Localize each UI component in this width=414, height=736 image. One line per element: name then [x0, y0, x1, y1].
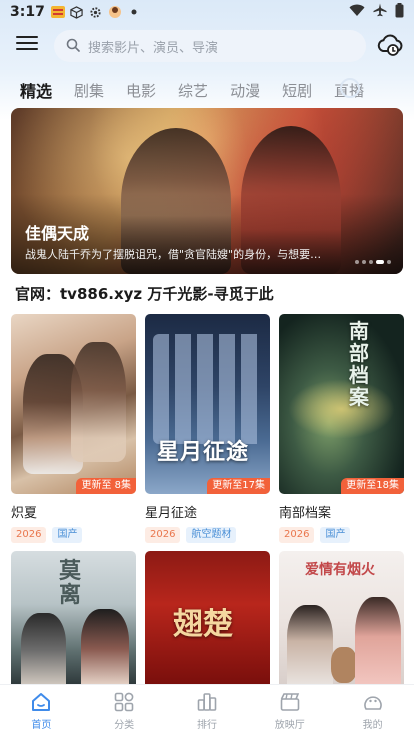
update-badge: 更新至 8集 [76, 478, 136, 494]
video-card[interactable]: 莫离 [11, 551, 136, 684]
poster-title-text: 莫离 [59, 558, 82, 608]
year-tag: 2026 [145, 527, 181, 543]
nav-label: 排行 [196, 719, 217, 731]
wifi-icon [349, 4, 365, 21]
nav-label: 首页 [31, 719, 52, 731]
status-bar: 3:17 [0, 0, 414, 24]
poster-title-text: 爱情有烟火 [305, 562, 375, 578]
category-tag: 航空题材 [186, 527, 237, 543]
app-notification-icon [50, 5, 65, 19]
settings-gear-icon [89, 5, 103, 19]
video-title: 南部档案 [279, 506, 332, 521]
tab-series[interactable]: 剧集 [74, 80, 104, 101]
cube-icon [70, 5, 84, 19]
search-input[interactable]: 搜索影片、演员、导演 [54, 30, 366, 62]
banner-description: 战鬼人陆千乔为了摆脱诅咒，借"贪官陆嫂"的身份，与想要… [25, 248, 322, 261]
nav-category[interactable]: 分类 [83, 685, 166, 736]
tab-movies[interactable]: 电影 [126, 80, 156, 101]
app-header: 搜索影片、演员、导演 [0, 28, 414, 64]
year-tag: 2026 [11, 527, 47, 543]
video-poster: 莫离 [11, 551, 136, 684]
poster-title-text: 南部档案 [349, 319, 369, 409]
video-card[interactable]: 星月征途 更新至17集 星月征途 2026 航空题材 [145, 314, 270, 543]
video-poster: 翅楚 [145, 551, 270, 684]
tab-scroll-indicator [340, 78, 360, 98]
section-title: 官网：tv886.xyz 万千光影-寻觅于此 [15, 285, 274, 303]
user-icon [362, 691, 384, 713]
nav-ranking[interactable]: 排行 [166, 685, 249, 736]
video-poster: 南部档案 更新至18集 [279, 314, 404, 494]
banner-title: 佳偶天成 [25, 224, 90, 243]
update-badge: 更新至17集 [207, 478, 270, 494]
poster-title-text: 翅楚 [173, 607, 233, 642]
cloud-cast-button[interactable] [376, 33, 404, 59]
nav-label: 分类 [114, 719, 135, 731]
video-title: 星月征途 [145, 506, 198, 521]
clapper-icon [279, 691, 301, 713]
search-icon [66, 37, 80, 56]
search-placeholder: 搜索影片、演员、导演 [88, 40, 219, 56]
nav-profile[interactable]: 我的 [331, 685, 414, 736]
nav-home[interactable]: 首页 [0, 685, 83, 736]
category-tag: 国产 [320, 527, 351, 543]
tab-anime[interactable]: 动漫 [230, 80, 260, 101]
bottom-navigation: 首页 分类 排行 放映厅 我的 [0, 684, 414, 736]
video-card[interactable]: 爱情有烟火 [279, 551, 404, 684]
year-tag: 2026 [279, 527, 315, 543]
carousel-indicator [355, 260, 391, 264]
avatar-notification-icon [108, 5, 122, 19]
video-title: 炽夏 [11, 506, 38, 521]
video-poster: 更新至 8集 [11, 314, 136, 494]
tab-variety[interactable]: 综艺 [178, 80, 208, 101]
tab-featured[interactable]: 精选 [20, 78, 52, 102]
video-card[interactable]: 南部档案 更新至18集 南部档案 2026 国产 [279, 314, 404, 543]
nav-label: 我的 [362, 719, 383, 731]
category-tag: 国产 [52, 527, 83, 543]
airplane-mode-icon [373, 3, 387, 21]
video-poster: 星月征途 更新至17集 [145, 314, 270, 494]
video-card[interactable]: 翅楚 [145, 551, 270, 684]
nav-theater[interactable]: 放映厅 [248, 685, 331, 736]
update-badge: 更新至18集 [341, 478, 404, 494]
video-card[interactable]: 更新至 8集 炽夏 2026 国产 [11, 314, 136, 543]
battery-icon [395, 2, 404, 22]
dot-icon [127, 5, 141, 19]
menu-button[interactable] [16, 36, 38, 56]
poster-title-text: 星月征途 [157, 439, 250, 465]
category-tabs: 精选 剧集 电影 综艺 动漫 短剧 直播 [20, 78, 386, 102]
nav-label: 放映厅 [274, 719, 305, 731]
grid-icon [113, 691, 135, 713]
featured-banner[interactable]: 佳偶天成 战鬼人陆千乔为了摆脱诅咒，借"贪官陆嫂"的身份，与想要… [11, 108, 403, 274]
status-time: 3:17 [10, 4, 45, 20]
rank-icon [196, 691, 218, 713]
video-poster: 爱情有烟火 [279, 551, 404, 684]
tab-short-drama[interactable]: 短剧 [282, 80, 312, 101]
home-icon [30, 691, 52, 713]
